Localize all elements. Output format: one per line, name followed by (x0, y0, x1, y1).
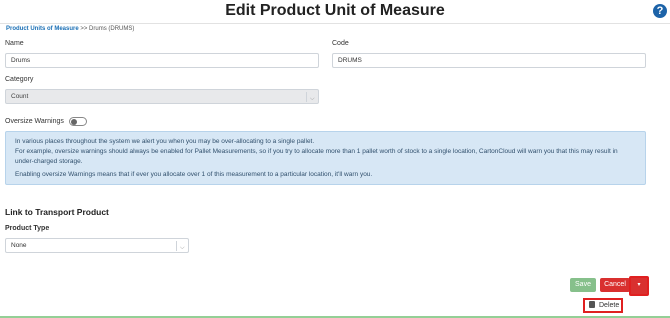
breadcrumb-separator: >> (80, 26, 88, 32)
save-button[interactable]: Save (570, 278, 596, 292)
category-label: Category (5, 76, 34, 83)
oversize-info-alert: In various places throughout the system … (5, 131, 646, 185)
code-field[interactable]: DRUMS (332, 53, 646, 68)
info-line-3: Enabling oversize Warnings means that if… (15, 171, 373, 178)
code-label: Code (332, 40, 349, 47)
caret-down-icon: ▾ (637, 282, 641, 288)
delete-label: Delete (599, 302, 620, 309)
breadcrumb-current: Drums (DRUMS) (89, 26, 135, 32)
trash-icon (589, 301, 595, 308)
category-select: Count ⌵ (5, 89, 319, 104)
info-line-1: In various places throughout the system … (15, 138, 315, 145)
product-type-value: None (11, 242, 27, 249)
name-field[interactable]: Drums (5, 53, 319, 68)
page-title: Edit Product Unit of Measure (225, 2, 445, 19)
breadcrumb-parent-link[interactable]: Product Units of Measure (6, 26, 79, 32)
product-type-select[interactable]: None ⌵ (5, 238, 189, 253)
product-type-label: Product Type (5, 225, 50, 232)
help-icon[interactable]: ? (653, 4, 667, 18)
oversize-warnings-label: Oversize Warnings (5, 118, 64, 125)
info-line-2: For example, oversize warnings should al… (15, 148, 618, 165)
category-value: Count (11, 93, 29, 100)
delete-menu-item[interactable]: Delete (583, 298, 623, 313)
transport-section-title: Link to Transport Product (5, 207, 109, 217)
chevron-down-icon: ⌵ (180, 245, 185, 251)
toggle-knob (71, 119, 77, 125)
select-separator (306, 92, 307, 102)
cancel-button[interactable]: Cancel (600, 278, 630, 292)
breadcrumb: Product Units of Measure >> Drums (DRUMS… (6, 26, 134, 32)
oversize-warnings-toggle[interactable] (69, 117, 87, 126)
more-actions-dropdown-button[interactable]: ▾ (629, 276, 649, 296)
select-separator (176, 241, 177, 251)
page-header: Edit Product Unit of Measure ? (0, 0, 670, 24)
chevron-down-icon: ⌵ (310, 96, 315, 102)
name-label: Name (5, 40, 24, 47)
